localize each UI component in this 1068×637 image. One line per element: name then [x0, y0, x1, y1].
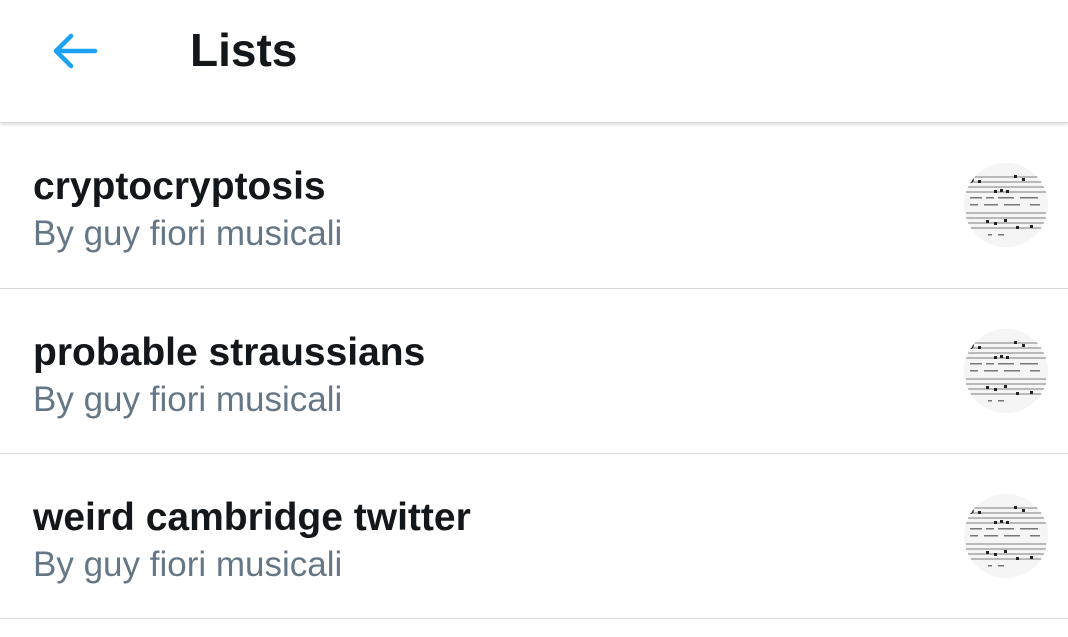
list-name: cryptocryptosis [33, 165, 326, 208]
svg-text:5: 5 [966, 502, 975, 518]
list-item[interactable]: cryptocryptosis By guy fiori musicali 5 [0, 123, 1068, 289]
svg-text:5: 5 [966, 171, 975, 187]
top-app-bar: Lists [0, 0, 1068, 123]
list-owner: By guy fiori musicali [33, 214, 343, 253]
svg-text:5: 5 [966, 337, 975, 353]
lists-list: cryptocryptosis By guy fiori musicali 5 … [0, 123, 1068, 619]
list-item[interactable]: probable straussians By guy fiori musica… [0, 289, 1068, 454]
list-avatar: 5 [964, 163, 1048, 247]
sheet-music-thumbnail-icon: 5 [964, 329, 1048, 413]
list-avatar: 5 [964, 329, 1048, 413]
back-button[interactable] [42, 24, 108, 78]
list-owner: By guy fiori musicali [33, 545, 343, 584]
arrow-left-icon [53, 33, 98, 69]
list-owner: By guy fiori musicali [33, 380, 343, 419]
list-item[interactable]: weird cambridge twitter By guy fiori mus… [0, 454, 1068, 619]
sheet-music-thumbnail-icon: 5 [964, 494, 1048, 578]
list-avatar: 5 [964, 494, 1048, 578]
lists-screen: Lists cryptocryptosis By guy fiori music… [0, 0, 1068, 637]
page-title: Lists [190, 24, 298, 76]
list-name: weird cambridge twitter [33, 496, 471, 539]
list-name: probable straussians [33, 331, 426, 374]
sheet-music-thumbnail-icon: 5 [964, 163, 1048, 247]
